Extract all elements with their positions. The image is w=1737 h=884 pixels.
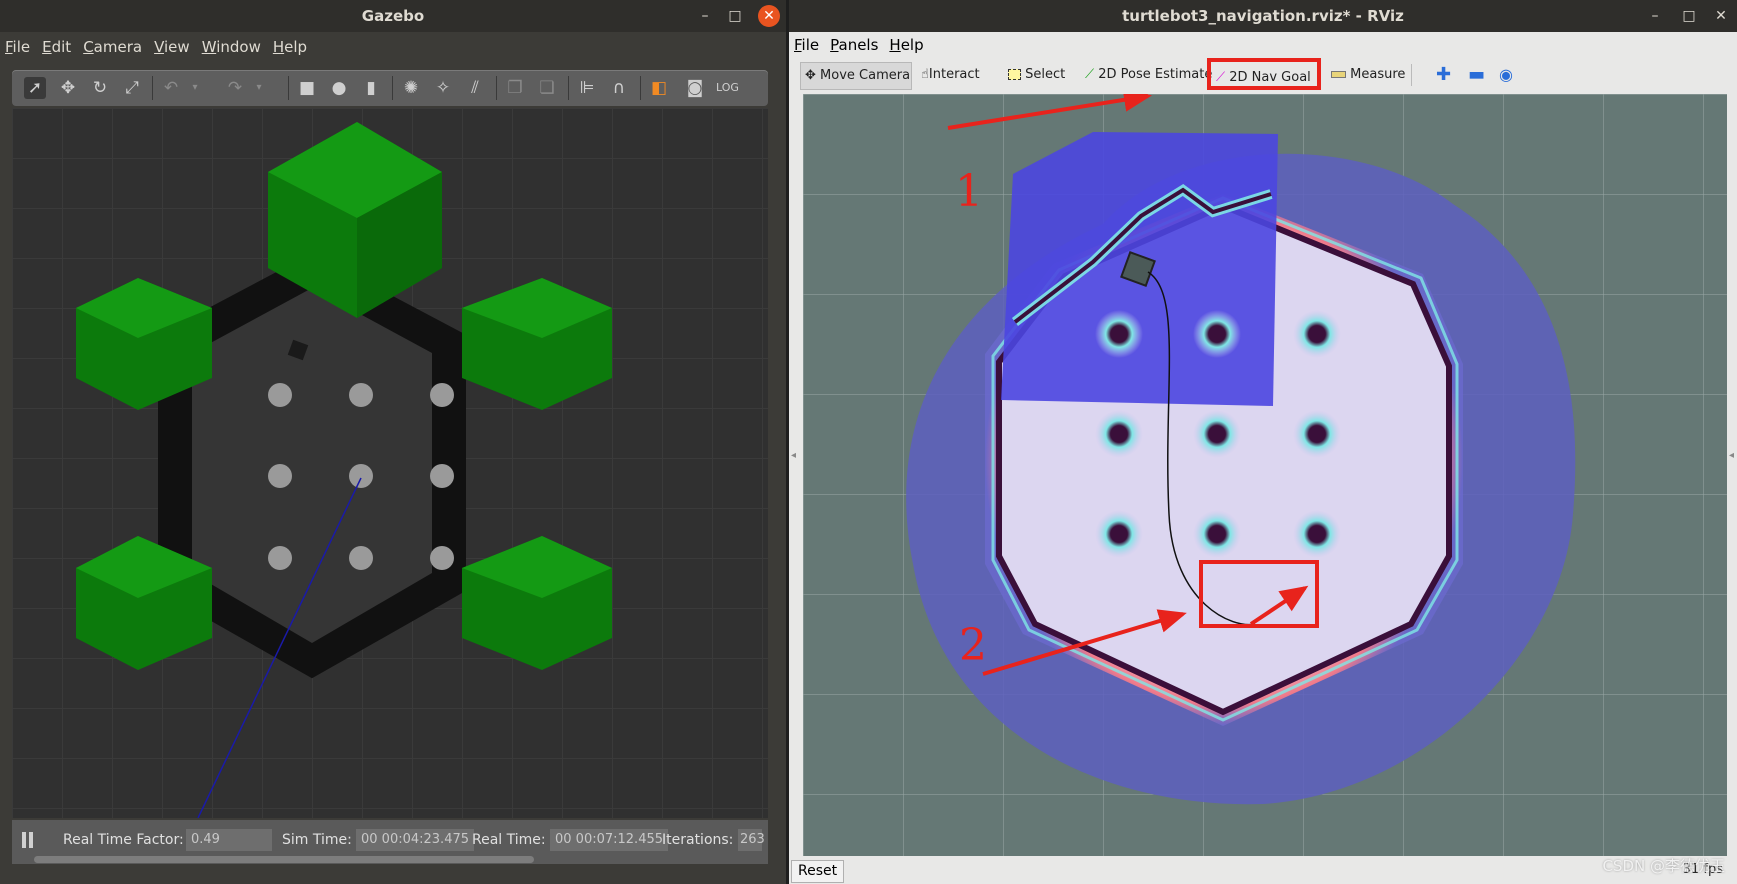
menu-view[interactable]: View bbox=[149, 32, 197, 56]
move-camera-label: Move Camera bbox=[820, 68, 911, 83]
menu-camera[interactable]: Camera bbox=[78, 32, 149, 56]
pink-arrow-icon: ⟋ bbox=[1216, 70, 1226, 85]
gazebo-toolbar: ➚ ✥ ↻ ⤢ ↶ ▾ ↷ ▾ ■ ● ▮ ✺ ✧ ⫽ ❐ ❏ ⊫ ∩ ◧ ◙ … bbox=[12, 70, 768, 106]
move-camera-icon: ✥ bbox=[805, 68, 816, 83]
log-icon[interactable]: LOG bbox=[716, 77, 739, 99]
close-icon[interactable]: ✕ bbox=[1710, 5, 1732, 27]
iterations-value: 263 bbox=[738, 829, 765, 851]
nav-goal-label: 2D Nav Goal bbox=[1229, 70, 1311, 85]
redo-dropdown-icon[interactable]: ▾ bbox=[248, 77, 270, 99]
measure-button[interactable]: Measure bbox=[1331, 62, 1405, 88]
interact-button[interactable]: ☝Interact bbox=[921, 62, 980, 88]
reset-button[interactable]: Reset bbox=[791, 860, 845, 883]
rtf-label: Real Time Factor: bbox=[63, 832, 184, 848]
redo-icon[interactable]: ↷ bbox=[224, 77, 246, 99]
menu-file[interactable]: File bbox=[789, 32, 825, 54]
minimize-icon[interactable]: – bbox=[1644, 5, 1666, 27]
copy-icon[interactable]: ❐ bbox=[504, 77, 526, 99]
rtf-value: 0.49 bbox=[186, 829, 272, 851]
rviz-titlebar[interactable]: turtlebot3_navigation.rviz* - RViz – □ ✕ bbox=[789, 0, 1737, 32]
right-dock-arrow-icon[interactable]: ◂ bbox=[1729, 450, 1737, 480]
rviz-window: turtlebot3_navigation.rviz* - RViz – □ ✕… bbox=[789, 0, 1737, 884]
cylinder-icon[interactable]: ▮ bbox=[360, 77, 382, 99]
annotation-label-2: 2 bbox=[959, 620, 987, 671]
real-time-value: 00 00:07:12.455 bbox=[550, 829, 669, 851]
pause-icon[interactable] bbox=[22, 832, 26, 848]
gazebo-window: Gazebo – □ ✕ File Edit Camera View Window Hel… bbox=[0, 0, 786, 884]
translate-icon[interactable]: ✥ bbox=[57, 77, 79, 99]
gazebo-titlebar[interactable]: Gazebo – □ ✕ bbox=[0, 0, 786, 32]
undo-dropdown-icon[interactable]: ▾ bbox=[184, 77, 206, 99]
ruler-icon bbox=[1331, 71, 1346, 78]
box-icon[interactable]: ■ bbox=[296, 77, 318, 99]
annotation-label-1: 1 bbox=[955, 166, 983, 217]
rviz-menubar: File Panels Help bbox=[789, 32, 1737, 58]
view-eye-icon[interactable]: ◉ bbox=[1499, 62, 1513, 88]
menu-help[interactable]: Help bbox=[884, 32, 929, 54]
close-icon[interactable]: ✕ bbox=[758, 5, 780, 27]
menu-panels[interactable]: Panels bbox=[825, 32, 884, 54]
rviz-bottom-bar: Reset 31 fps bbox=[789, 858, 1737, 884]
screenshot-icon[interactable]: ◙ bbox=[684, 77, 706, 99]
measure-label: Measure bbox=[1350, 67, 1406, 82]
menu-help[interactable]: Help bbox=[268, 32, 314, 56]
gazebo-scene bbox=[76, 122, 612, 818]
select-button[interactable]: Select bbox=[1008, 62, 1065, 88]
rotate-icon[interactable]: ↻ bbox=[89, 77, 111, 99]
rviz-map-view bbox=[803, 94, 1727, 856]
scale-icon[interactable]: ⤢ bbox=[121, 77, 143, 99]
rviz-toolbar: ✥ Move Camera ☝Interact Select ⟋ 2D Pose… bbox=[789, 58, 1737, 92]
rviz-3d-viewport[interactable]: 1 2 bbox=[803, 94, 1727, 856]
undo-icon[interactable]: ↶ bbox=[160, 77, 182, 99]
select-arrow-icon[interactable]: ➚ bbox=[24, 77, 46, 99]
menu-window[interactable]: Window bbox=[197, 32, 268, 56]
iterations-label: Iterations: bbox=[662, 832, 734, 848]
maximize-icon[interactable]: □ bbox=[1678, 5, 1700, 27]
sim-time-label: Sim Time: bbox=[282, 832, 352, 848]
left-dock-arrow-icon[interactable]: ◂ bbox=[791, 450, 799, 480]
paste-icon[interactable]: ❏ bbox=[536, 77, 558, 99]
remove-tool-icon[interactable]: ▬ bbox=[1468, 62, 1485, 88]
pose-estimate-label: 2D Pose Estimate bbox=[1098, 67, 1213, 82]
view-angle-icon[interactable]: ◧ bbox=[648, 77, 670, 99]
sphere-icon[interactable]: ● bbox=[328, 77, 350, 99]
point-light-icon[interactable]: ✺ bbox=[400, 77, 422, 99]
maximize-icon[interactable]: □ bbox=[724, 5, 746, 27]
directional-light-icon[interactable]: ⫽ bbox=[464, 77, 486, 99]
gazebo-title: Gazebo bbox=[361, 7, 425, 25]
gazebo-3d-viewport[interactable] bbox=[12, 108, 768, 818]
select-label: Select bbox=[1025, 67, 1066, 82]
align-icon[interactable]: ⊫ bbox=[576, 77, 598, 99]
interact-label: Interact bbox=[928, 67, 980, 82]
select-box-icon bbox=[1008, 69, 1021, 80]
add-tool-icon[interactable]: ✚ bbox=[1436, 62, 1451, 88]
snap-icon[interactable]: ∩ bbox=[608, 77, 630, 99]
menu-edit[interactable]: Edit bbox=[37, 32, 78, 56]
pose-estimate-button[interactable]: ⟋ 2D Pose Estimate bbox=[1085, 62, 1212, 88]
green-arrow-icon: ⟋ bbox=[1085, 67, 1095, 82]
arena-floor bbox=[192, 288, 432, 643]
real-time-label: Real Time: bbox=[472, 832, 546, 848]
green-cube-top-right bbox=[462, 278, 612, 410]
move-camera-button[interactable]: ✥ Move Camera bbox=[800, 62, 912, 90]
spot-light-icon[interactable]: ✧ bbox=[432, 77, 454, 99]
map-obstacles bbox=[1095, 310, 1341, 558]
menu-file[interactable]: File bbox=[0, 32, 37, 56]
watermark: CSDN @李德优玉 bbox=[1602, 857, 1725, 875]
sim-time-value: 00 00:04:23.475 bbox=[356, 829, 475, 851]
horizontal-scrollbar[interactable] bbox=[34, 856, 534, 863]
minimize-icon[interactable]: – bbox=[694, 5, 716, 27]
gazebo-menubar: File Edit Camera View Window Help bbox=[0, 32, 786, 62]
nav-goal-button[interactable]: ⟋ 2D Nav Goal bbox=[1207, 58, 1321, 90]
hand-icon: ☝ bbox=[921, 67, 929, 82]
green-cube-bottom-right bbox=[462, 536, 612, 670]
rviz-title: turtlebot3_navigation.rviz* - RViz bbox=[1122, 7, 1404, 25]
